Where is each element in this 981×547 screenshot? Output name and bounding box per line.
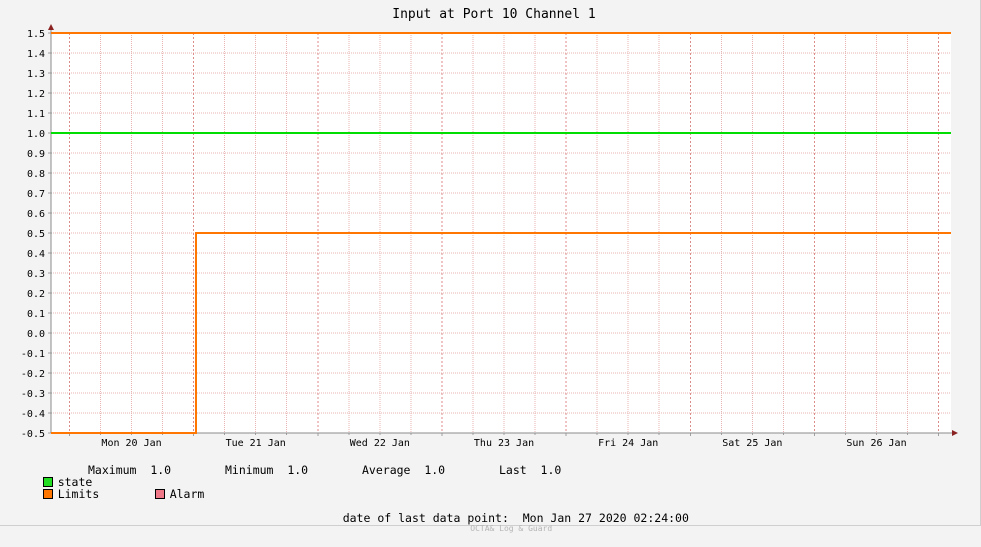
y-tick-label: 1.2 [27, 89, 45, 100]
x-tick-label: Fri 24 Jan [598, 438, 658, 449]
x-tick-label: Sat 25 Jan [722, 438, 782, 449]
x-tick-label: Thu 23 Jan [474, 438, 534, 449]
y-tick-label: -0.5 [21, 429, 45, 440]
y-tick-label: 0.3 [27, 269, 45, 280]
y-tick-label: 0.2 [27, 289, 45, 300]
legend-stat-minimum: Minimum 1.0 [225, 464, 308, 476]
limits-swatch [42, 489, 53, 499]
x-tick-label: Wed 22 Jan [350, 438, 410, 449]
y-tick-label: 0.7 [27, 189, 45, 200]
y-tick-label: 0.8 [27, 169, 45, 180]
legend-row-limits: Limits [15, 476, 99, 512]
y-axis-arrow [48, 24, 54, 30]
y-tick-label: 0.9 [27, 149, 45, 160]
chart-svg: 1.5 1.4 1.3 1.2 1.1 1.0 0.9 0.8 0.7 0.6 0.5 0.4 0.3 0… [21, 7, 958, 449]
watermark: OCTA& Log & Guard [470, 524, 553, 533]
y-tick-label: 0.6 [27, 209, 45, 220]
legend-row-alarm: Alarm [127, 476, 204, 512]
x-axis-arrow [952, 430, 958, 436]
y-tick-label: 1.3 [27, 69, 45, 80]
legend-alarm-label: Alarm [169, 487, 205, 501]
y-tick-label: -0.1 [21, 349, 45, 360]
stat-value: 1.0 [273, 463, 309, 477]
x-tick-label: Tue 21 Jan [226, 438, 286, 449]
stat-label: Average [362, 463, 411, 477]
stat-label: Last [499, 463, 527, 477]
x-tick-label: Mon 20 Jan [101, 438, 161, 449]
legend-stat-maximum: Maximum 1.0 [88, 464, 171, 476]
alarm-swatch [154, 489, 165, 499]
y-tick-label: 1.4 [27, 49, 45, 60]
y-tick-label: 0.0 [27, 329, 45, 340]
y-tick-label: 1.5 [27, 29, 45, 40]
y-tick-label: -0.2 [21, 369, 45, 380]
y-tick-label: -0.3 [21, 389, 45, 400]
x-tick-label: Sun 26 Jan [846, 438, 906, 449]
y-tick-label: 0.4 [27, 249, 45, 260]
y-tick-label: 0.5 [27, 229, 45, 240]
legend-limits-label: Limits [57, 487, 100, 501]
y-tick-label: -0.4 [21, 409, 45, 420]
stat-label: Minimum [225, 463, 274, 477]
chart-title: Input at Port 10 Channel 1 [392, 7, 596, 22]
legend-stat-average: Average 1.0 [362, 464, 445, 476]
stat-value: 1.0 [136, 463, 172, 477]
y-tick-label: 1.1 [27, 109, 45, 120]
stat-label: Maximum [88, 463, 137, 477]
stat-value: 1.0 [410, 463, 446, 477]
y-tick-label: 0.1 [27, 309, 45, 320]
legend-stat-last: Last 1.0 [499, 464, 561, 476]
y-tick-label: 1.0 [27, 129, 45, 140]
stat-value: 1.0 [526, 463, 562, 477]
chart-window: 1.5 1.4 1.3 1.2 1.1 1.0 0.9 0.8 0.7 0.6 0.5 0.4 0.3 0… [0, 0, 981, 533]
